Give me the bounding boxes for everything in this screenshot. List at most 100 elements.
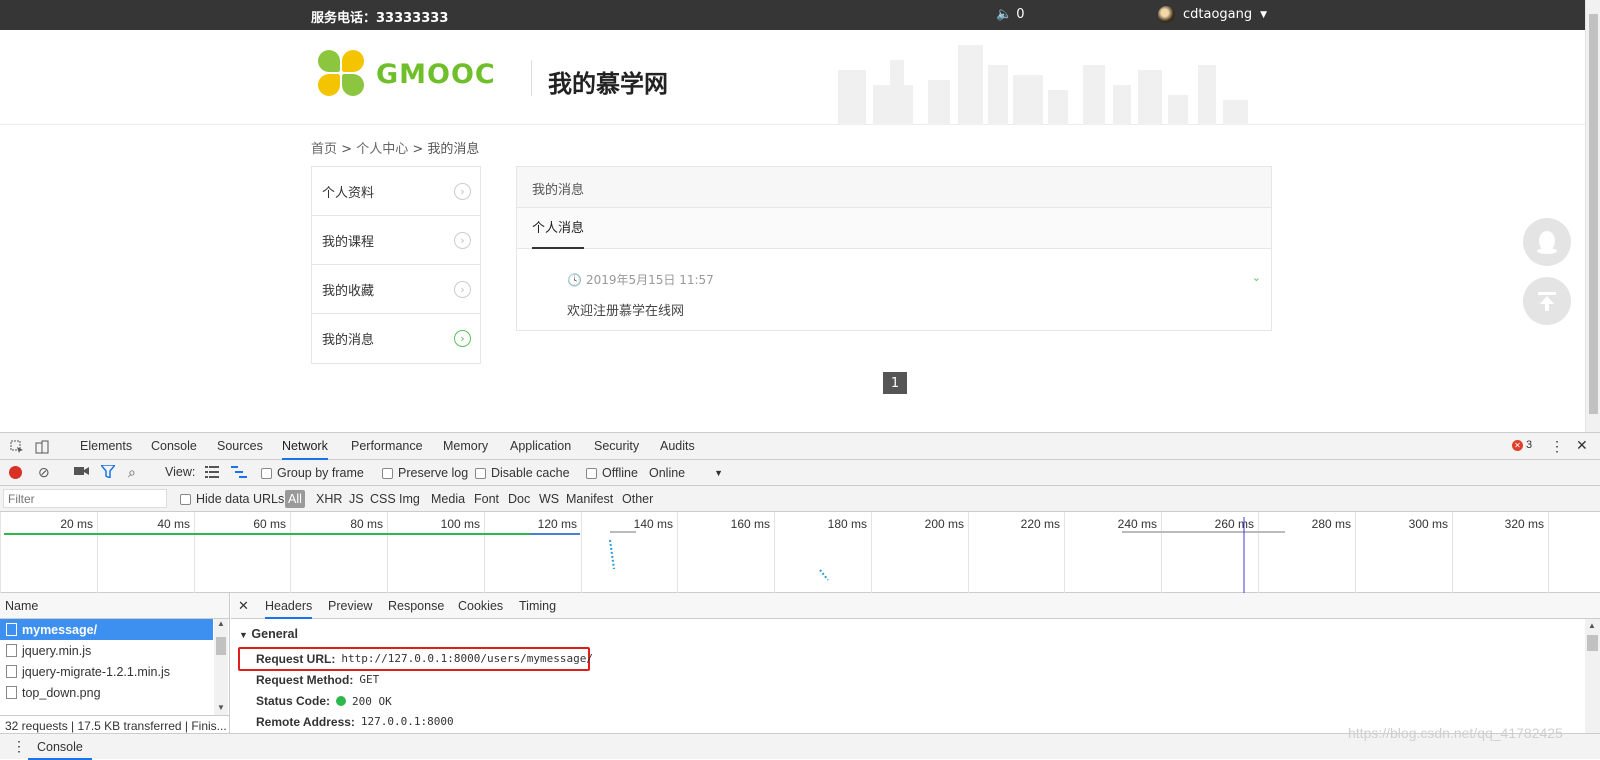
scrollbar-thumb[interactable] [216,637,226,655]
general-section-header[interactable]: ▼ General [239,627,298,641]
hide-data-urls-checkbox[interactable]: Hide data URLs [180,492,284,506]
more-options-icon[interactable]: ⋮ [1550,438,1564,455]
offline-checkbox[interactable]: Offline [586,466,638,480]
request-row[interactable]: top_down.png [0,682,213,703]
filter-type-manifest[interactable]: Manifest [566,492,613,506]
filter-type-img[interactable]: Img [399,492,420,506]
filter-type-other[interactable]: Other [622,492,653,506]
capture-screenshots-icon[interactable] [74,465,89,477]
user-menu[interactable]: cdtaogang ▼ [1158,6,1267,23]
request-list-scrollbar[interactable]: ▲ ▼ [214,619,228,715]
notification-link[interactable]: 🔈 0 [996,7,1024,22]
tab-sources[interactable]: Sources [217,433,263,460]
clear-icon[interactable]: ⊘ [38,464,50,481]
filter-type-all[interactable]: All [285,490,305,508]
waterfall-overview-icon[interactable] [231,466,247,478]
expand-chevron-icon[interactable]: ⌄ [1252,271,1261,284]
back-to-top-button[interactable] [1523,277,1571,325]
scrollbar-thumb[interactable] [1589,14,1598,414]
message-date: 🕓 2019年5月15日 11:57 [567,271,1271,288]
drawer-tab-console[interactable]: Console [28,734,92,760]
tab-timing[interactable]: Timing [519,593,556,619]
status-ok-icon [336,696,347,706]
qq-contact-button[interactable] [1523,218,1571,266]
close-devtools-icon[interactable]: ✕ [1576,437,1588,454]
scroll-down-arrow-icon[interactable]: ▼ [217,703,225,712]
search-icon[interactable]: ⌕ [128,464,136,481]
error-counter[interactable]: ✕ 3 [1512,439,1532,451]
tab-memory[interactable]: Memory [443,433,488,460]
filter-type-ws[interactable]: WS [539,492,559,506]
page-scrollbar[interactable] [1585,0,1600,432]
request-name: jquery-migrate-1.2.1.min.js [22,664,170,679]
sidebar-item-courses[interactable]: 我的课程 › [312,216,480,265]
inspect-element-icon[interactable] [9,439,24,454]
close-detail-icon[interactable]: ✕ [238,593,249,619]
detail-scrollbar[interactable]: ▲ [1585,619,1600,733]
breadcrumb-personal-center[interactable]: 个人中心 [356,142,408,157]
request-rows: mymessage/ jquery.min.js jquery-migrate-… [0,619,229,715]
pagination-current-page[interactable]: 1 [883,372,907,394]
name-column-header[interactable]: Name [0,593,229,619]
filter-input[interactable] [3,489,167,508]
request-list: Name mymessage/ jquery.min.js jquery-mig… [0,593,230,733]
sidebar-item-favorites[interactable]: 我的收藏 › [312,265,480,314]
device-toolbar-icon[interactable] [34,439,49,454]
tab-network[interactable]: Network [282,433,328,460]
filter-type-media[interactable]: Media [431,492,465,506]
remote-address-label: Remote Address: [256,715,355,729]
remote-address-value: 127.0.0.1:8000 [360,715,454,728]
tab-response[interactable]: Response [388,593,444,619]
tab-cookies[interactable]: Cookies [458,593,503,619]
preserve-log-checkbox[interactable]: Preserve log [382,466,468,480]
request-row[interactable]: mymessage/ [0,619,213,640]
chevron-right-icon: › [454,231,471,249]
tab-preview[interactable]: Preview [328,593,372,619]
request-row[interactable]: jquery.min.js [0,640,213,661]
tab-application[interactable]: Application [510,433,571,460]
tab-console[interactable]: Console [151,433,197,460]
tab-security[interactable]: Security [594,433,639,460]
sidebar-item-messages[interactable]: 我的消息 › [312,314,480,363]
breadcrumb-separator: > [337,142,357,157]
filter-type-xhr[interactable]: XHR [316,492,342,506]
disable-cache-checkbox[interactable]: Disable cache [475,466,570,480]
network-timeline-overview[interactable]: 20 ms 40 ms 60 ms 80 ms 100 ms 120 ms 14… [0,512,1600,593]
tab-performance[interactable]: Performance [351,433,423,460]
sidebar-item-profile[interactable]: 个人资料 › [312,167,480,216]
record-icon[interactable] [9,466,22,479]
throttling-select[interactable]: Online ▼ [649,466,723,480]
panel-title: 我的消息 [517,167,1271,208]
tab-audits[interactable]: Audits [660,433,695,460]
page-title: 我的慕学网 [548,70,668,98]
large-request-rows-icon[interactable] [205,466,219,478]
request-name: jquery.min.js [22,643,92,658]
filter-type-doc[interactable]: Doc [508,492,530,506]
scroll-up-arrow-icon[interactable]: ▲ [1588,621,1596,630]
tab-elements[interactable]: Elements [80,433,132,460]
message-item: 🕓 2019年5月15日 11:57 欢迎注册慕学在线网 ⌄ [517,249,1271,319]
qq-icon [1537,231,1557,254]
filter-type-js[interactable]: JS [349,492,364,506]
remote-address-row: Remote Address: 127.0.0.1:8000 [256,715,454,729]
scroll-up-arrow-icon[interactable]: ▲ [217,619,225,628]
network-summary: 32 requests | 17.5 KB transferred | Fini… [0,715,230,735]
filter-icon[interactable] [101,465,115,478]
error-icon: ✕ [1512,439,1523,451]
breadcrumb-home[interactable]: 首页 [311,142,337,157]
avatar [1158,6,1175,23]
filter-type-css[interactable]: CSS [370,492,396,506]
request-method-value: GET [359,673,380,686]
hide-data-urls-label: Hide data URLs [196,492,285,506]
site-logo[interactable]: GMOOC [318,50,496,98]
group-by-frame-checkbox[interactable]: Group by frame [261,466,364,480]
tab-headers[interactable]: Headers [265,593,313,619]
clover-logo-icon [318,50,366,98]
tab-personal-messages[interactable]: 个人消息 [532,208,585,249]
scrollbar-thumb[interactable] [1587,635,1598,651]
speaker-icon: 🔈 [996,7,1013,22]
request-row[interactable]: jquery-migrate-1.2.1.min.js [0,661,213,682]
request-detail: ✕ Headers Preview Response Cookies Timin… [231,593,1600,733]
filter-type-font[interactable]: Font [474,492,499,506]
drawer-menu-icon[interactable]: ⋮ [12,738,26,755]
